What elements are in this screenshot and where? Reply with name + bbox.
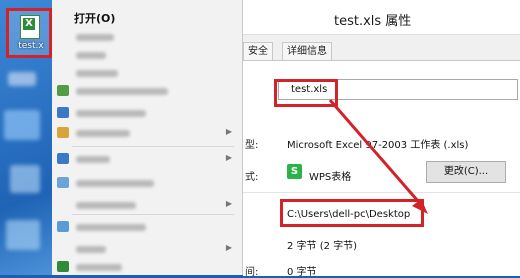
blurred-desktop-icon — [8, 72, 36, 86]
app-icon — [57, 127, 69, 138]
blurred-menu-label — [76, 34, 114, 41]
type-label: 型: — [245, 140, 259, 151]
open-with-label: 式: — [245, 172, 259, 183]
tab-details[interactable]: 详细信息 — [282, 42, 332, 60]
change-button[interactable]: 更改(C)... — [426, 161, 506, 183]
menu-item[interactable] — [52, 216, 242, 238]
size-on-disk-label: 间: — [245, 267, 259, 278]
menu-item[interactable]: ▶ — [52, 194, 242, 216]
blurred-desktop-icon — [6, 220, 40, 250]
context-menu: 打开(O) ▶ ▶ ▶ ▶ — [52, 0, 243, 275]
app-icon — [57, 85, 69, 96]
dialog-title: test.xls 属性 — [334, 14, 412, 29]
app-icon — [57, 153, 69, 164]
desktop-file-label: test.x — [18, 41, 44, 51]
menu-item[interactable] — [52, 102, 242, 124]
highlight-box-location — [280, 199, 424, 227]
blurred-menu-label — [76, 264, 122, 271]
menu-item[interactable]: ▶ — [52, 122, 242, 144]
menu-item[interactable]: ▶ — [52, 148, 242, 170]
app-icon — [57, 261, 69, 272]
blurred-menu-label — [76, 246, 106, 253]
menu-item[interactable] — [52, 80, 242, 102]
highlight-box-filename — [274, 79, 338, 107]
blurred-menu-label — [76, 180, 154, 187]
menu-item-open[interactable]: 打开(O) — [74, 10, 115, 26]
submenu-arrow-icon: ▶ — [225, 243, 232, 252]
blurred-menu-label — [76, 52, 106, 59]
properties-dialog: test.xls 属性 安全 详细信息 test.xls 型: Microsof… — [243, 0, 520, 278]
menu-separator — [72, 146, 234, 147]
blurred-menu-label — [76, 88, 168, 95]
type-value: Microsoft Excel 97-2003 工作表 (.xls) — [287, 140, 469, 151]
blurred-menu-label — [76, 156, 110, 163]
blurred-menu-label — [76, 224, 146, 231]
submenu-arrow-icon: ▶ — [225, 127, 232, 136]
tab-security[interactable]: 安全 — [243, 42, 273, 60]
excel-file-icon: X — [20, 15, 40, 39]
menu-item[interactable] — [52, 172, 242, 194]
app-icon — [57, 107, 69, 118]
size-value: 2 字节 (2 字节) — [287, 241, 358, 252]
blurred-menu-label — [76, 130, 130, 137]
open-with-value: WPS表格 — [309, 172, 352, 183]
menu-separator — [72, 214, 234, 215]
blurred-menu-label — [76, 110, 146, 117]
dialog-titlebar: test.xls 属性 — [243, 0, 520, 35]
blurred-menu-label — [76, 70, 118, 77]
submenu-arrow-icon: ▶ — [225, 153, 232, 162]
submenu-arrow-icon: ▶ — [225, 199, 232, 208]
app-icon — [57, 221, 69, 232]
desktop-file-test-xls[interactable]: X test.x — [6, 8, 52, 58]
app-icon — [57, 177, 69, 188]
blurred-desktop-icon — [10, 165, 40, 193]
size-on-disk-value: 0 字节 — [287, 267, 317, 278]
blurred-desktop-icon — [4, 110, 40, 140]
wps-spreadsheet-icon: S — [287, 164, 302, 179]
blurred-menu-label — [76, 202, 136, 209]
divider — [243, 192, 520, 193]
